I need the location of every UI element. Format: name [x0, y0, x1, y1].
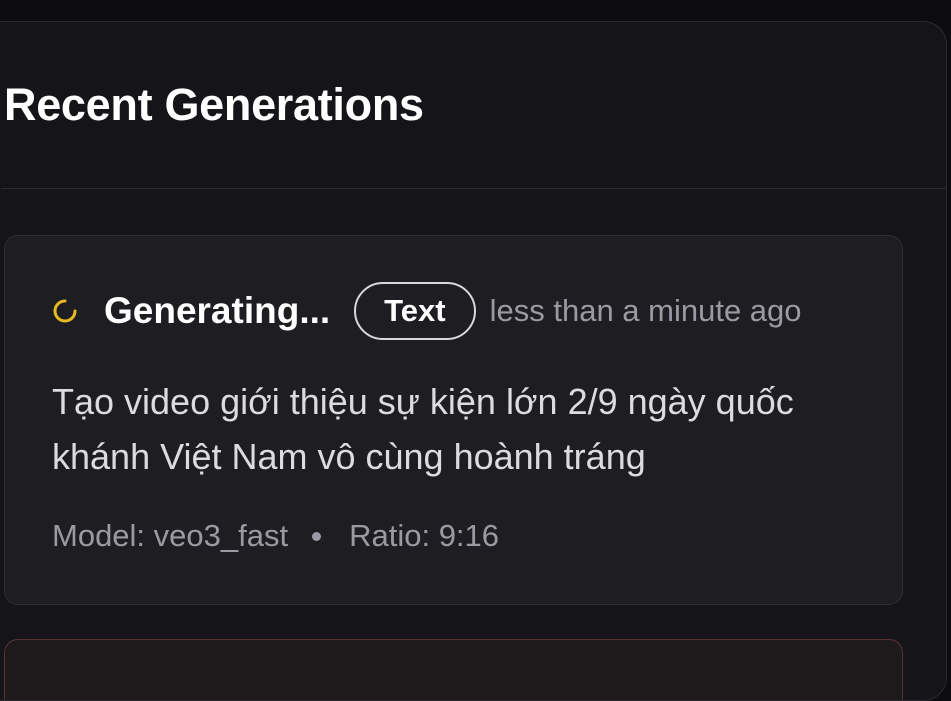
generation-model: Model: veo3_fast	[52, 518, 289, 553]
generation-type-badge: Text	[354, 282, 476, 340]
generation-ratio: Ratio: 9:16	[349, 518, 500, 553]
loading-spinner-icon	[53, 299, 77, 323]
panel-header: Recent Generations	[1, 22, 946, 189]
generation-meta: Model: veo3_fast Ratio: 9:16	[52, 518, 499, 554]
generation-card[interactable]: Generating... Text less than a minute ag…	[4, 235, 903, 605]
bullet-dot-icon	[312, 531, 322, 541]
generation-status: Generating...	[104, 290, 331, 331]
panel-title: Recent Generations	[4, 79, 424, 130]
generation-card-next[interactable]	[4, 639, 903, 700]
generation-timestamp: less than a minute ago	[489, 293, 802, 328]
generation-prompt: Tạo video giới thiệu sự kiện lớn 2/9 ngà…	[52, 381, 794, 477]
generation-card-header: Generating... Text less than a minute ag…	[52, 281, 802, 341]
recent-generations-panel: Recent Generations Generating... Text le…	[0, 21, 947, 701]
